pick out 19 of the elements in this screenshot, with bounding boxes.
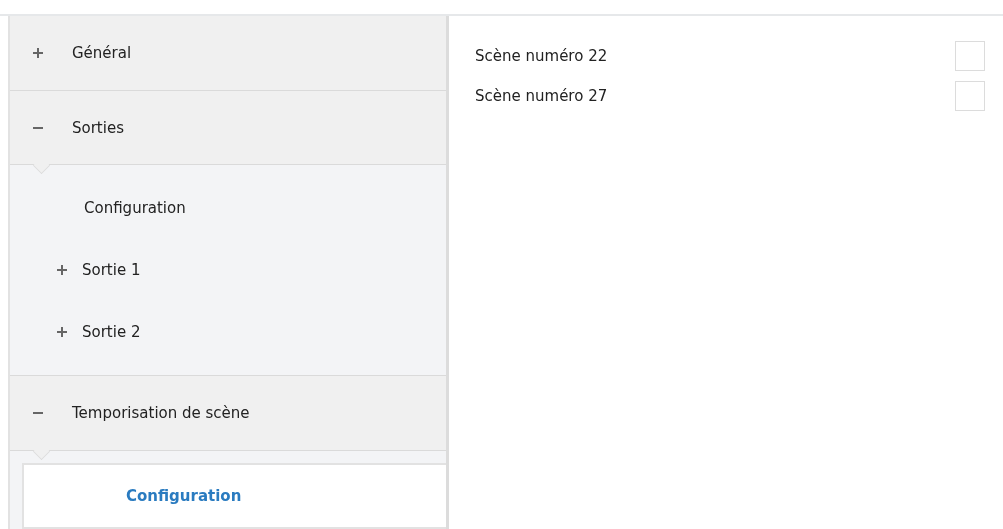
tree-item-label: Configuration (84, 199, 186, 218)
setting-label: Scène numéro 22 (475, 47, 608, 65)
tree-item[interactable]: Configuration (10, 177, 446, 240)
tree-item[interactable]: Sortie 1 (10, 239, 446, 302)
section-header[interactable]: Général (10, 16, 446, 91)
tree-item[interactable]: Sortie 2 (10, 301, 446, 364)
setting-label: Scène numéro 27 (475, 87, 608, 105)
tree-item-label: Configuration (126, 487, 242, 505)
section-label: Sorties (72, 118, 124, 137)
plus-icon[interactable] (32, 46, 44, 59)
tree-item[interactable]: Configuration (22, 463, 446, 529)
section-label: Général (72, 43, 132, 62)
plus-icon[interactable] (56, 326, 68, 339)
section-label: Temporisation de scène (72, 404, 250, 423)
tree-item-label: Sortie 1 (82, 261, 141, 280)
tree-item-label: Sortie 2 (82, 323, 141, 342)
checkbox[interactable] (955, 41, 985, 71)
plus-icon[interactable] (56, 264, 68, 277)
checkbox[interactable] (955, 81, 985, 111)
